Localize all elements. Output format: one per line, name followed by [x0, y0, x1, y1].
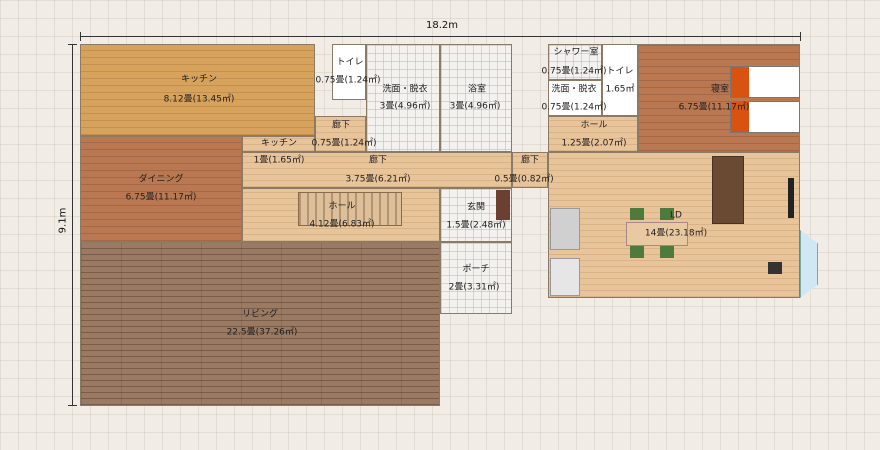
corridor3-area: 0.5畳(0.82㎡): [494, 174, 554, 185]
sofa: [712, 156, 744, 224]
bath-name: 浴室: [467, 84, 487, 95]
corridor2-area: 3.75畳(6.21㎡): [345, 174, 411, 185]
toilet2-name: トイレ: [606, 66, 634, 77]
tv: [788, 178, 794, 218]
hall1-area: 4.12畳(6.83㎡): [309, 219, 375, 230]
dining-area: 6.75畳(11.17㎡): [125, 192, 197, 203]
corridor2-name: 廊下: [368, 155, 388, 166]
wash1-area: 3畳(4.96㎡): [379, 101, 431, 112]
room-toilet-1[interactable]: [332, 44, 366, 100]
bay-window: [800, 230, 818, 298]
kitchen-small-name: キッチン: [260, 138, 298, 149]
shower-area: 0.75畳(1.24㎡): [541, 66, 607, 77]
living-area: 22.5畳(37.26㎡): [226, 327, 298, 338]
dining-name: ダイニング: [138, 174, 184, 185]
toilet1-area: 0.75畳(1.24㎡): [315, 75, 381, 86]
height-dimension-tick-top: [68, 44, 77, 45]
kitchen-area: 8.12畳(13.45㎡): [163, 94, 235, 105]
shoe-cabinet: [496, 190, 510, 220]
bedroom-area: 6.75畳(11.17㎡): [678, 102, 750, 113]
entrance-name: 玄関: [466, 202, 486, 213]
room-toilet-2[interactable]: [602, 44, 638, 116]
wash2-name: 洗面・脱衣: [551, 84, 597, 95]
kitchen-name: キッチン: [180, 74, 218, 85]
room-kitchen[interactable]: [80, 44, 315, 136]
width-dimension-tick-left: [80, 32, 81, 41]
room-bedroom[interactable]: [638, 44, 800, 152]
height-dimension-label: 9.1m: [57, 207, 69, 234]
height-dimension-tick-bottom: [68, 405, 77, 406]
corridor3-name: 廊下: [520, 155, 540, 166]
width-dimension-line: [80, 36, 800, 37]
wash2-side-area: 1.65㎡: [605, 84, 635, 95]
corridor1-area: 0.75畳(1.24㎡): [311, 138, 377, 149]
kitchen-sink: [550, 258, 580, 296]
porch-name: ポーチ: [462, 264, 490, 275]
living-name: リビング: [241, 309, 279, 320]
ld-area: 14畳(23.18㎡): [644, 228, 708, 239]
corridor1-name: 廊下: [331, 120, 351, 131]
wash1-name: 洗面・脱衣: [382, 84, 428, 95]
chair-3: [630, 246, 644, 258]
bath-area: 3畳(4.96㎡): [449, 101, 501, 112]
wash2-area: 0.75畳(1.24㎡): [541, 102, 607, 113]
room-porch[interactable]: [440, 242, 512, 314]
chair-4: [660, 246, 674, 258]
entrance-area: 1.5畳(2.48㎡): [446, 220, 506, 231]
heater: [768, 262, 782, 274]
porch-area: 2畳(3.31㎡): [448, 282, 500, 293]
width-dimension-tick-right: [800, 32, 801, 41]
kitchen-counter: [550, 208, 580, 250]
room-living[interactable]: [80, 242, 440, 406]
room-bathroom[interactable]: [440, 44, 512, 152]
hall2-name: ホール: [580, 120, 608, 131]
ld-name: LD: [670, 210, 682, 221]
shower-name: シャワー室: [553, 47, 599, 58]
chair-1: [630, 208, 644, 220]
bed-1: [730, 66, 800, 98]
width-dimension-label: 18.2m: [426, 20, 459, 31]
toilet1-name: トイレ: [336, 57, 364, 68]
hall1-name: ホール: [328, 201, 356, 212]
height-dimension-line: [72, 44, 73, 406]
room-washroom-1[interactable]: [366, 44, 440, 152]
hall2-area: 1.25畳(2.07㎡): [561, 138, 627, 149]
bedroom-name: 寝室: [710, 84, 730, 95]
kitchen-small-area: 1畳(1.65㎡): [253, 155, 305, 166]
room-dining[interactable]: [80, 136, 242, 242]
